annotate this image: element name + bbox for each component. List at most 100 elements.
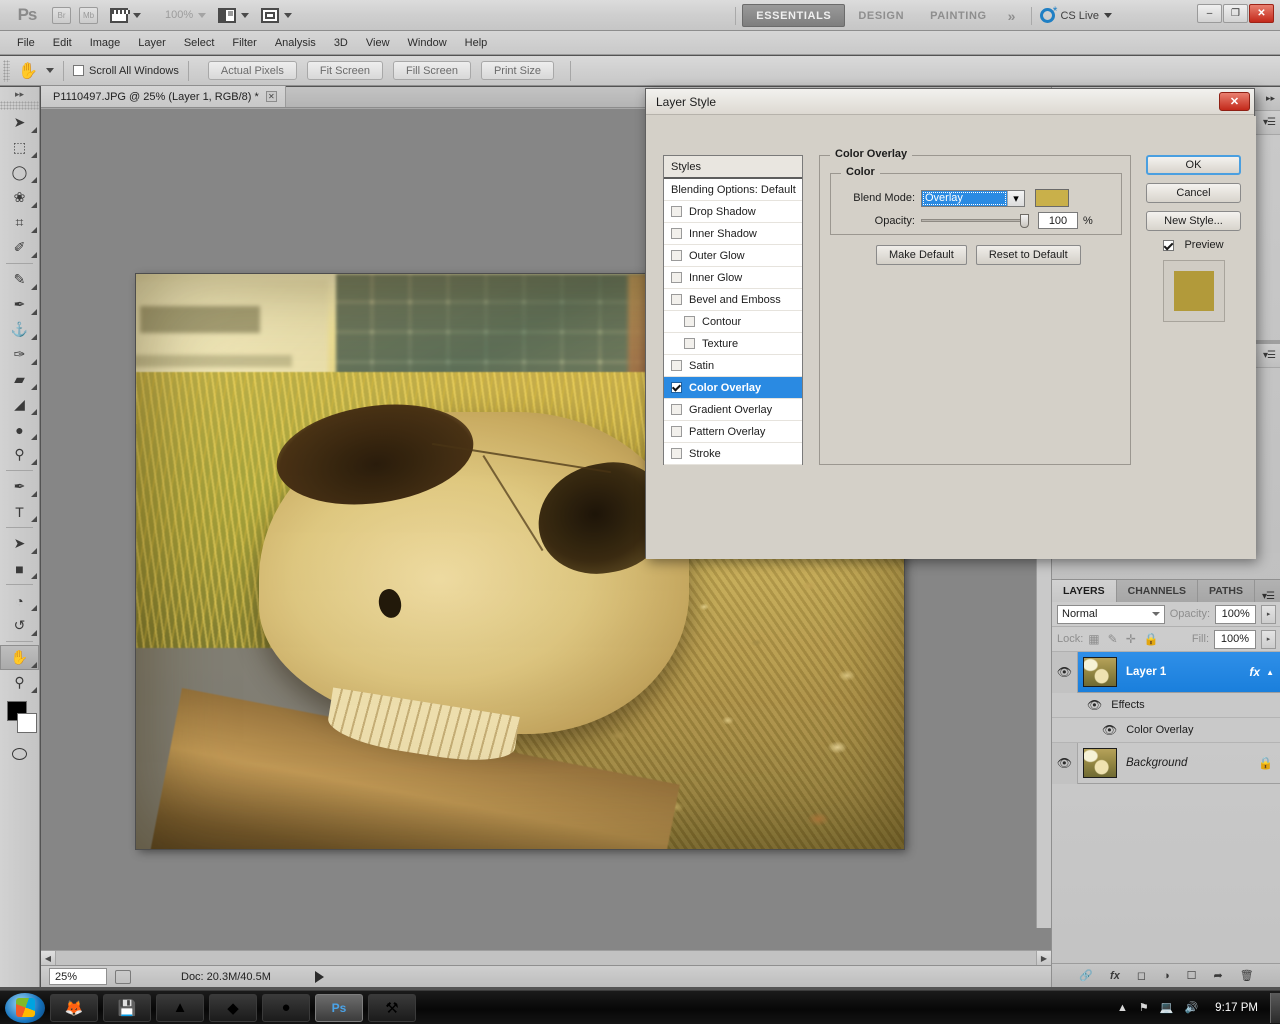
layer-thumbnail[interactable]: [1083, 748, 1117, 778]
layer-style-dialog[interactable]: Layer Style ✕ Styles Blending Options: D…: [645, 88, 1255, 558]
opacity-slider[interactable]: [921, 214, 1029, 228]
gradient-tool-icon[interactable]: ◢: [0, 392, 39, 417]
canvas-horizontal-scrollbar[interactable]: ◀ ▶: [41, 950, 1051, 965]
zoom-percent-input[interactable]: 25%: [49, 968, 107, 985]
styles-list[interactable]: Styles Blending Options: DefaultDrop Sha…: [663, 155, 803, 465]
3d-camera-rotate-tool-icon[interactable]: ↺: [0, 613, 39, 638]
photoshop-taskbar-icon[interactable]: Ps: [315, 994, 363, 1022]
move-tool-icon[interactable]: ➤: [0, 110, 39, 135]
style-item-color-overlay[interactable]: Color Overlay: [664, 377, 802, 399]
style-item-blending-options-default[interactable]: Blending Options: Default: [664, 179, 802, 201]
link-layers-icon[interactable]: 🔗: [1079, 969, 1093, 982]
layer-name[interactable]: Layer 1: [1126, 666, 1166, 678]
crop-tool-icon[interactable]: ⌗: [0, 210, 39, 235]
style-item-outer-glow[interactable]: Outer Glow: [664, 245, 802, 267]
new-layer-icon[interactable]: ➦: [1213, 969, 1222, 982]
add-layer-style-icon[interactable]: fx: [1110, 970, 1120, 982]
style-item-stroke[interactable]: Stroke: [664, 443, 802, 465]
blend-mode-select[interactable]: Overlay ▾: [921, 190, 1025, 207]
pen-tool-icon[interactable]: ✒: [0, 474, 39, 499]
arrange-documents-menu[interactable]: [218, 4, 249, 26]
quick-mask-icon[interactable]: [0, 743, 39, 765]
fill-input[interactable]: 100%: [1214, 630, 1256, 649]
menu-image[interactable]: Image: [81, 33, 130, 53]
brush-tool-icon[interactable]: ✒: [0, 292, 39, 317]
scroll-track[interactable]: [56, 951, 1036, 965]
menu-help[interactable]: Help: [456, 33, 497, 53]
style-item-satin[interactable]: Satin: [664, 355, 802, 377]
slider-handle[interactable]: [1020, 214, 1029, 228]
style-checkbox[interactable]: [671, 404, 682, 415]
save-app-taskbar-icon[interactable]: 💾: [103, 994, 151, 1022]
zoom-tool-icon[interactable]: ⚲: [0, 670, 39, 695]
chevron-down-icon[interactable]: ▾: [1007, 191, 1024, 206]
style-item-texture[interactable]: Texture: [664, 333, 802, 355]
menu-view[interactable]: View: [357, 33, 399, 53]
tools-drag-handle[interactable]: [0, 101, 39, 110]
layer-row-layer-1[interactable]: 👁 Layer 1 fx ▲: [1052, 652, 1280, 693]
history-brush-tool-icon[interactable]: ✑: [0, 342, 39, 367]
overlay-color-swatch[interactable]: [1035, 189, 1069, 207]
new-style-button[interactable]: New Style...: [1146, 211, 1241, 231]
layer-name[interactable]: Background: [1126, 757, 1187, 769]
utorrent-taskbar-icon[interactable]: ▲: [156, 994, 204, 1022]
dialog-title-bar[interactable]: Layer Style ✕: [646, 89, 1254, 115]
style-checkbox[interactable]: [671, 272, 682, 283]
options-bar-grip[interactable]: [3, 60, 10, 82]
style-checkbox[interactable]: [671, 294, 682, 305]
more-workspaces-icon[interactable]: »: [1000, 8, 1024, 24]
style-checkbox[interactable]: [671, 448, 682, 459]
minimize-button[interactable]: –: [1197, 4, 1222, 23]
chat-app-taskbar-icon[interactable]: ◆: [209, 994, 257, 1022]
clone-stamp-tool-icon[interactable]: ⚓: [0, 317, 39, 342]
style-item-inner-shadow[interactable]: Inner Shadow: [664, 223, 802, 245]
chevron-down-icon[interactable]: [46, 68, 54, 73]
layer-visibility-toggle[interactable]: 👁: [1052, 652, 1078, 693]
paint-app-taskbar-icon[interactable]: ⚒: [368, 994, 416, 1022]
eye-icon[interactable]: 👁: [1102, 723, 1117, 737]
style-checkbox[interactable]: [671, 360, 682, 371]
layer-thumbnail[interactable]: [1083, 657, 1117, 687]
opacity-input[interactable]: 100%: [1215, 605, 1256, 624]
ok-button[interactable]: OK: [1146, 155, 1241, 175]
spot-healing-brush-tool-icon[interactable]: ✎: [0, 267, 39, 292]
layer-effects-group-row[interactable]: 👁 Effects: [1052, 693, 1280, 718]
style-checkbox[interactable]: [671, 228, 682, 239]
horizontal-type-tool-icon[interactable]: T: [0, 499, 39, 524]
flag-action-center-icon[interactable]: ⚑: [1139, 1001, 1149, 1014]
background-color-swatch[interactable]: [17, 713, 37, 733]
menu-window[interactable]: Window: [399, 33, 456, 53]
scroll-left-icon[interactable]: ◀: [41, 951, 56, 965]
quick-selection-tool-icon[interactable]: ❀: [0, 185, 39, 210]
layer-visibility-toggle[interactable]: 👁: [1052, 743, 1078, 784]
tab-layers[interactable]: LAYERS: [1052, 580, 1117, 602]
menu-layer[interactable]: Layer: [129, 33, 175, 53]
style-checkbox[interactable]: [671, 426, 682, 437]
scroll-all-windows-checkbox[interactable]: [73, 65, 84, 76]
delete-layer-icon[interactable]: 🗑: [1240, 969, 1254, 982]
add-layer-mask-icon[interactable]: ◻: [1137, 969, 1146, 982]
style-item-bevel-and-emboss[interactable]: Bevel and Emboss: [664, 289, 802, 311]
hand-tool-icon[interactable]: ✋: [0, 645, 39, 670]
scroll-all-windows-option[interactable]: Scroll All Windows: [73, 65, 179, 77]
style-item-gradient-overlay[interactable]: Gradient Overlay: [664, 399, 802, 421]
zoom-level-menu[interactable]: 100%: [153, 4, 206, 26]
close-icon[interactable]: ✕: [1219, 92, 1250, 111]
lock-image-pixels-icon[interactable]: ✎: [1108, 632, 1118, 646]
layer-effect-row-color-overlay[interactable]: 👁 Color Overlay: [1052, 718, 1280, 743]
menu-3d[interactable]: 3D: [325, 33, 357, 53]
start-orb-icon[interactable]: [5, 993, 45, 1023]
collapse-effects-icon[interactable]: ▲: [1266, 668, 1274, 677]
menu-file[interactable]: File: [8, 33, 44, 53]
style-checkbox[interactable]: [684, 338, 695, 349]
lock-position-icon[interactable]: ✛: [1126, 632, 1136, 646]
new-group-icon[interactable]: ☐: [1187, 969, 1197, 982]
taskbar-clock[interactable]: 9:17 PM: [1209, 1002, 1264, 1014]
dodge-tool-icon[interactable]: ⚲: [0, 442, 39, 467]
tab-channels[interactable]: CHANNELS: [1117, 580, 1198, 602]
opacity-stepper[interactable]: ▸: [1261, 605, 1276, 624]
tools-collapse-button[interactable]: ▸▸: [0, 87, 39, 101]
fill-screen-button[interactable]: Fill Screen: [393, 61, 471, 80]
tab-paths[interactable]: PATHS: [1198, 580, 1255, 602]
workspace-tab-essentials[interactable]: ESSENTIALS: [742, 4, 845, 27]
